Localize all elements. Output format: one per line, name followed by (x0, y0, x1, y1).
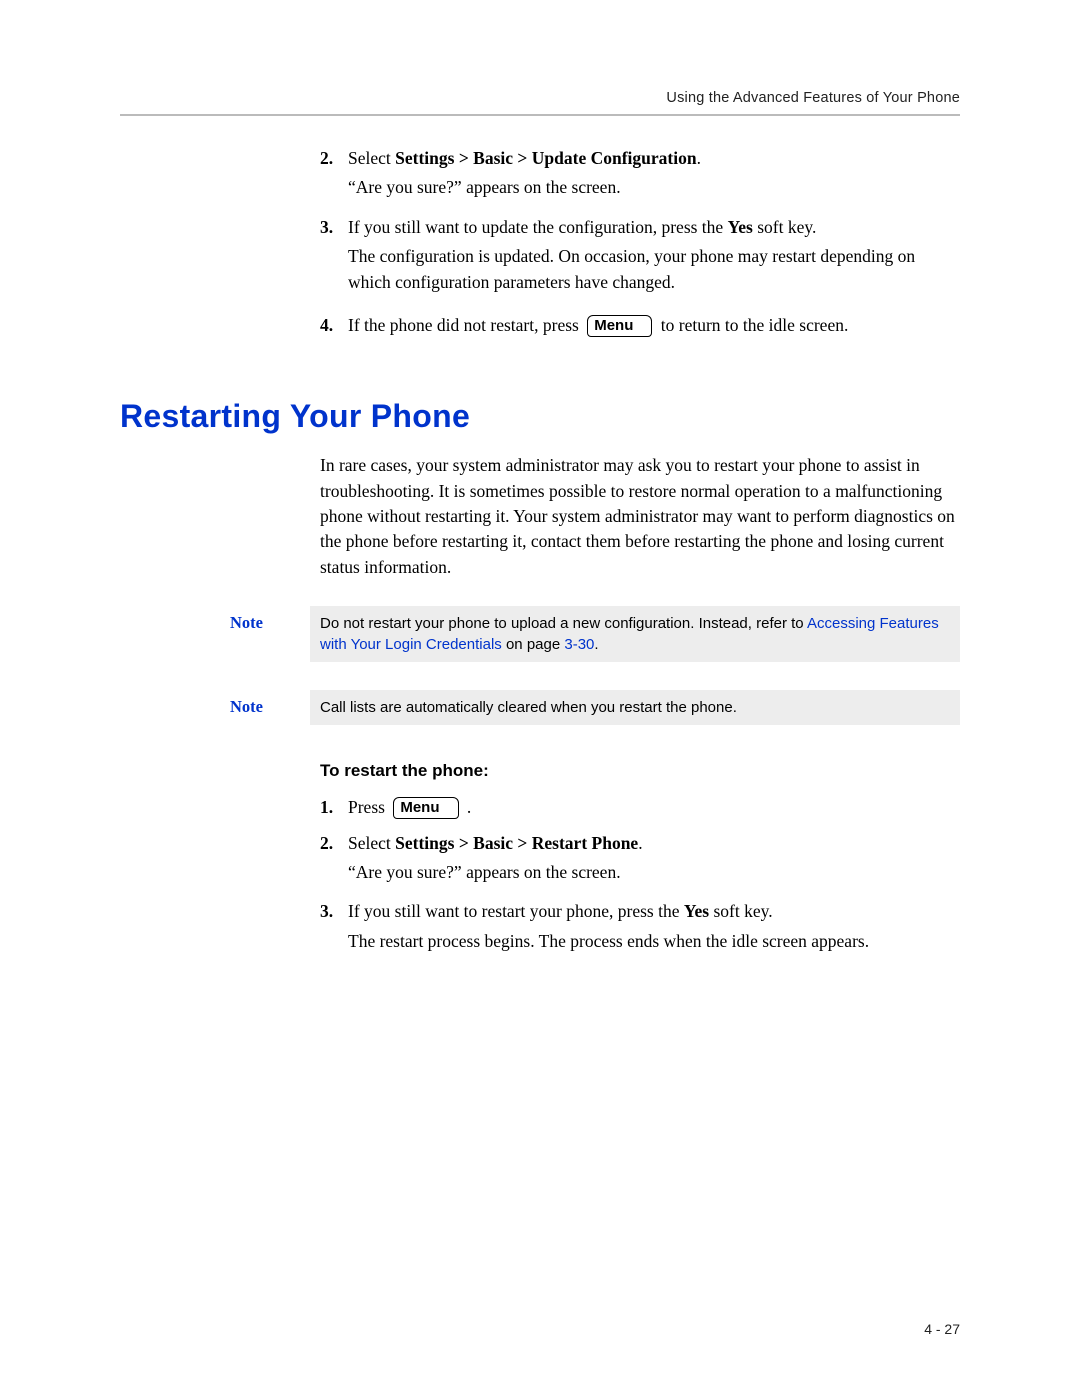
note-text: Do not restart your phone to upload a ne… (320, 615, 807, 632)
step-number: 4. (320, 313, 333, 338)
restart-subhead: To restart the phone: (320, 761, 960, 781)
restart-steps-block: 1. Press Menu . 2. Select Settings > Bas… (320, 795, 960, 954)
yes-key: Yes (728, 217, 753, 237)
step-number: 1. (320, 795, 333, 820)
note-text: Call lists are automatically cleared whe… (320, 699, 737, 716)
note-text: . (594, 636, 598, 653)
running-head: Using the Advanced Features of Your Phon… (120, 90, 960, 106)
note-box: Do not restart your phone to upload a ne… (310, 606, 960, 662)
step-text: Select (348, 148, 395, 168)
yes-key: Yes (684, 901, 709, 921)
step-tail: . (467, 797, 471, 817)
note-box: Call lists are automatically cleared whe… (310, 690, 960, 725)
step-tail: soft key. (709, 901, 773, 921)
step-text: Select (348, 833, 395, 853)
restart-step-3: 3. If you still want to restart your pho… (320, 899, 960, 954)
menu-key-icon: Menu (587, 315, 652, 337)
step-text: Press (348, 797, 389, 817)
page-ref-link[interactable]: 3-30 (564, 636, 594, 653)
step-followup: “Are you sure?” appears on the screen. (348, 860, 960, 885)
step-tail: . (638, 833, 642, 853)
step-followup: The restart process begins. The process … (348, 929, 960, 954)
step-tail: to return to the idle screen. (661, 315, 849, 335)
step-tail: soft key. (753, 217, 817, 237)
step-4: 4. If the phone did not restart, press M… (320, 313, 960, 338)
note-text: on page (502, 636, 565, 653)
menu-path: Settings > Basic > Update Configuration (395, 148, 696, 168)
note-label: Note (230, 606, 310, 633)
step-followup: “Are you sure?” appears on the screen. (348, 175, 960, 200)
menu-key-icon: Menu (393, 797, 458, 819)
section-title: Restarting Your Phone (120, 398, 960, 435)
top-steps-block: 2. Select Settings > Basic > Update Conf… (320, 146, 960, 338)
step-text: If the phone did not restart, press (348, 315, 583, 335)
step-text: If you still want to restart your phone,… (348, 901, 684, 921)
step-followup: The configuration is updated. On occasio… (348, 244, 960, 295)
note-2: Note Call lists are automatically cleare… (230, 690, 960, 725)
step-2: 2. Select Settings > Basic > Update Conf… (320, 146, 960, 201)
step-number: 3. (320, 215, 333, 240)
step-tail: . (697, 148, 701, 168)
step-number: 2. (320, 146, 333, 171)
step-number: 2. (320, 831, 333, 856)
step-number: 3. (320, 899, 333, 924)
menu-path: Settings > Basic > Restart Phone (395, 833, 638, 853)
header-rule (120, 114, 960, 116)
step-3: 3. If you still want to update the confi… (320, 215, 960, 295)
restart-step-2: 2. Select Settings > Basic > Restart Pho… (320, 831, 960, 886)
page: Using the Advanced Features of Your Phon… (0, 0, 1080, 1397)
note-label: Note (230, 690, 310, 717)
restart-step-1: 1. Press Menu . (320, 795, 960, 820)
step-text: If you still want to update the configur… (348, 217, 728, 237)
note-1: Note Do not restart your phone to upload… (230, 606, 960, 662)
section-intro: In rare cases, your system administrator… (320, 453, 960, 580)
page-number: 4 - 27 (924, 1321, 960, 1337)
